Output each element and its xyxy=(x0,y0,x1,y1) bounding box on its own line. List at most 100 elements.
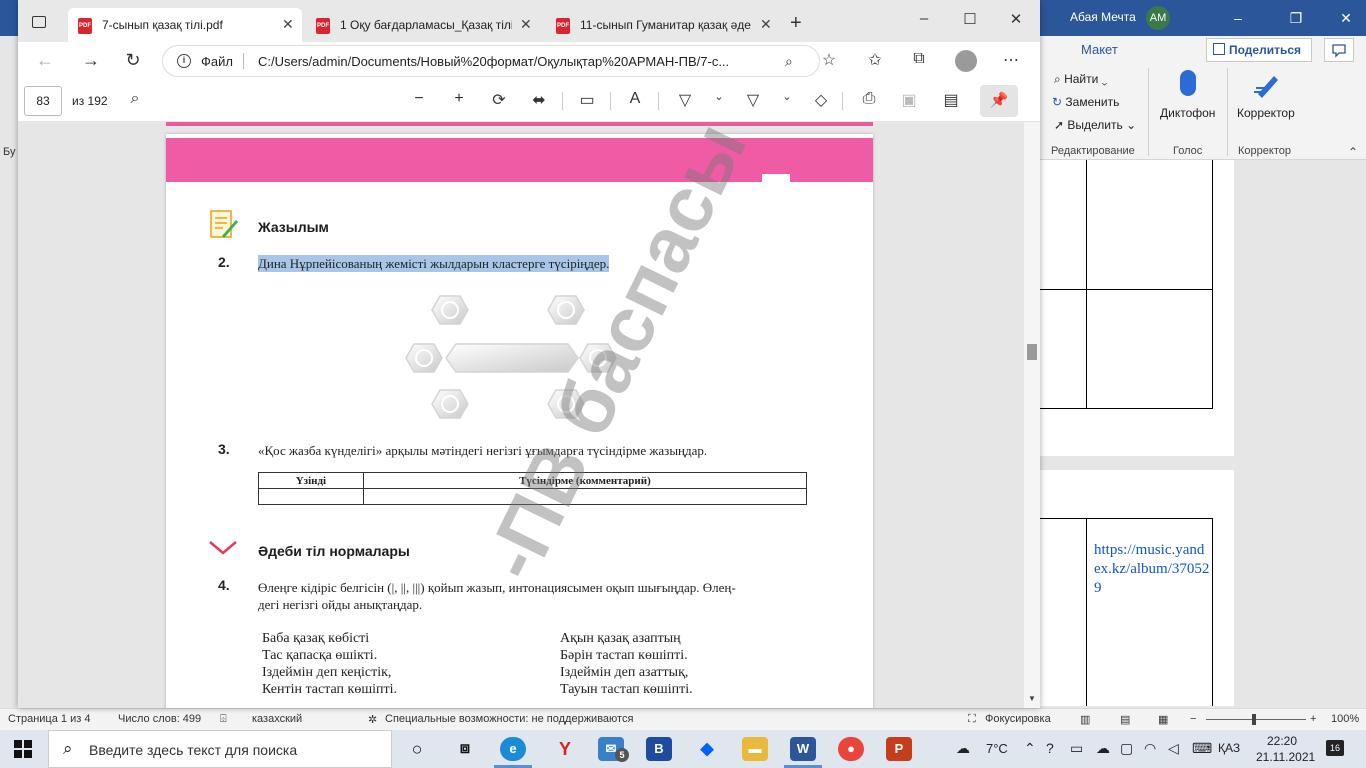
clock[interactable]: 22:20 21.11.2021 xyxy=(1256,733,1315,765)
back-button[interactable]: ← xyxy=(34,50,56,71)
taskbar-search[interactable]: ⌕ Введите здесь текст для поиска xyxy=(48,730,392,768)
minimize-icon[interactable]: – xyxy=(914,10,934,27)
share-button[interactable]: Поделиться xyxy=(1206,38,1312,62)
page-view-icon[interactable]: ▭ xyxy=(576,90,598,110)
print-layout-icon[interactable]: ▤ xyxy=(1120,713,1130,726)
task-3-text[interactable]: «Қос жазба күнделігі» арқылы мәтіндегі н… xyxy=(258,442,707,459)
close-icon[interactable]: ✕ xyxy=(1006,10,1026,28)
zoom-in-icon[interactable]: + xyxy=(448,90,470,108)
tab-pdf-11[interactable]: PDF 11-сынып Гуманитар қазақ әде ✕ xyxy=(546,8,782,42)
close-icon[interactable]: ✕ xyxy=(1334,6,1358,30)
eraser-icon[interactable]: ◇ xyxy=(810,90,832,110)
zoom-icon[interactable]: ⌕ xyxy=(785,53,793,70)
dropbox-icon[interactable]: ◆ xyxy=(694,737,720,761)
close-icon[interactable]: ✕ xyxy=(520,16,532,33)
tab-pdf-7[interactable]: PDF 7-сынып қазақ тілі.pdf ✕ xyxy=(68,8,302,42)
scroll-down-icon[interactable]: ▼ xyxy=(1028,694,1036,703)
restore-icon[interactable]: ❐ xyxy=(1284,6,1308,30)
status-language[interactable]: казахский xyxy=(252,713,302,725)
fit-width-icon[interactable]: ⬌ xyxy=(528,90,550,110)
replace-button[interactable]: ↻ Заменить xyxy=(1052,95,1119,109)
favorites-icon[interactable]: ✩ xyxy=(864,50,886,70)
status-words[interactable]: Число слов: 499 xyxy=(118,713,201,725)
forward-button[interactable]: → xyxy=(80,50,102,71)
zoom-in-icon[interactable]: + xyxy=(1310,713,1316,725)
editor-button[interactable]: Корректор xyxy=(1237,106,1295,120)
save-icon[interactable]: ▣ xyxy=(898,90,920,110)
task-4-text-line2[interactable]: дегі негізгі ойды анықтаңдар. xyxy=(258,596,422,613)
keyboard-icon[interactable]: ⌨ xyxy=(1192,740,1212,757)
music-link[interactable]: https://music.yandex.kz/album/370529 xyxy=(1094,541,1210,598)
battery-icon[interactable]: ▭ xyxy=(1070,740,1083,757)
scrollbar-thumb[interactable] xyxy=(1027,344,1037,360)
network-help-icon[interactable]: ? xyxy=(1046,740,1054,756)
zoom-slider-thumb[interactable] xyxy=(1252,714,1256,725)
zoom-slider[interactable] xyxy=(1206,719,1306,720)
wifi-icon[interactable]: ◠ xyxy=(1144,740,1156,757)
task-view-icon[interactable]: ⧈ xyxy=(452,737,478,761)
editor-pen-icon[interactable] xyxy=(1252,70,1282,100)
draw-icon[interactable]: ▽ xyxy=(674,90,696,110)
print-icon[interactable]: ⎙ xyxy=(858,90,880,108)
focus-button[interactable]: Фокусировка xyxy=(985,713,1051,725)
microphone-icon[interactable] xyxy=(1180,70,1196,96)
notification-center[interactable]: 16 xyxy=(1326,740,1344,756)
app-b-icon[interactable]: B xyxy=(646,737,672,761)
read-aloud-icon[interactable]: A xyxy=(624,90,646,108)
close-icon[interactable]: ✕ xyxy=(282,16,294,33)
task-4-text-line1[interactable]: Өлеңге кідіріс белгісін (|, ||, |||) қой… xyxy=(258,579,736,596)
weather-icon[interactable]: ☁ xyxy=(956,740,970,757)
find-button[interactable]: ⌕ Найти ⌄ xyxy=(1054,72,1107,87)
chrome-icon[interactable]: ● xyxy=(838,737,864,761)
add-favorite-icon[interactable]: ☆ xyxy=(818,50,840,70)
powerpoint-icon[interactable]: P xyxy=(886,737,912,761)
chevron-down-icon[interactable]: ⌄ xyxy=(708,90,730,103)
collapse-ribbon-icon[interactable]: ⌃ xyxy=(1348,145,1358,159)
status-page[interactable]: Страница 1 из 4 xyxy=(8,713,90,725)
zoom-level[interactable]: 100% xyxy=(1331,713,1359,725)
save-as-icon[interactable]: ▤ xyxy=(940,90,962,110)
tab-layout[interactable]: Макет xyxy=(1081,42,1118,57)
web-layout-icon[interactable]: ▦ xyxy=(1158,713,1168,726)
proofing-icon[interactable]: ⌹ xyxy=(220,713,227,726)
chevron-down-icon[interactable]: ⌄ xyxy=(776,90,798,103)
user-avatar[interactable]: AM xyxy=(1146,6,1170,30)
info-icon[interactable]: i xyxy=(177,54,191,68)
cortana-icon[interactable]: ○ xyxy=(404,737,430,761)
refresh-button[interactable]: ↻ xyxy=(122,50,144,71)
windows-start-icon[interactable] xyxy=(14,740,32,758)
status-accessibility[interactable]: Специальные возможности: не поддерживают… xyxy=(385,713,633,725)
page-number-input[interactable]: 83 xyxy=(24,86,62,116)
file-explorer-icon[interactable]: ▬ xyxy=(742,737,768,761)
read-mode-icon[interactable]: ▥ xyxy=(1080,713,1090,726)
select-button[interactable]: ➚ Выделить ⌄ xyxy=(1054,118,1136,132)
word-icon[interactable]: W xyxy=(790,737,816,761)
new-tab-button[interactable]: + xyxy=(790,12,802,35)
maximize-icon[interactable]: ☐ xyxy=(960,10,980,28)
task-2-text[interactable]: Дина Нұрпейісованың жемісті жылдарын кла… xyxy=(258,255,610,272)
highlight-icon[interactable]: ▽ xyxy=(742,90,764,110)
pdf-viewport[interactable]: Жазылым 2. Дина Нұрпейісованың жемісті ж… xyxy=(18,122,1040,708)
zoom-out-icon[interactable]: − xyxy=(1190,713,1196,725)
more-icon[interactable]: ⋯ xyxy=(1000,50,1022,70)
minimize-icon[interactable]: – xyxy=(1226,6,1250,30)
pin-toolbar-icon[interactable]: 📌 xyxy=(980,85,1018,117)
display-icon[interactable]: ▢ xyxy=(1120,740,1133,757)
address-url[interactable]: C:/Users/admin/Documents/Новый%20формат/… xyxy=(258,54,729,69)
temperature[interactable]: 7°C xyxy=(986,741,1008,756)
tab-actions-icon[interactable] xyxy=(32,16,46,28)
speaker-icon[interactable]: ◁ xyxy=(1168,740,1179,757)
onedrive-icon[interactable]: ☁ xyxy=(1096,740,1110,757)
zoom-out-icon[interactable]: − xyxy=(408,90,430,108)
vertical-scrollbar[interactable]: ▼ xyxy=(1024,122,1040,708)
search-icon[interactable]: ⌕ xyxy=(124,90,146,108)
chevron-up-icon[interactable]: ⌃ xyxy=(1024,740,1036,757)
tab-pdf-program[interactable]: PDF 1 Оқу бағдарламасы_Қазақ тілі ✕ xyxy=(306,8,542,42)
collections-icon[interactable]: ⧉ xyxy=(908,50,930,68)
yandex-icon[interactable]: Y xyxy=(552,737,578,761)
edge-icon[interactable]: e xyxy=(500,737,526,761)
dictation-button[interactable]: Диктофон xyxy=(1160,106,1215,120)
input-language[interactable]: ҚАЗ xyxy=(1218,741,1240,755)
close-icon[interactable]: ✕ xyxy=(760,16,772,33)
profile-avatar[interactable] xyxy=(955,50,977,72)
